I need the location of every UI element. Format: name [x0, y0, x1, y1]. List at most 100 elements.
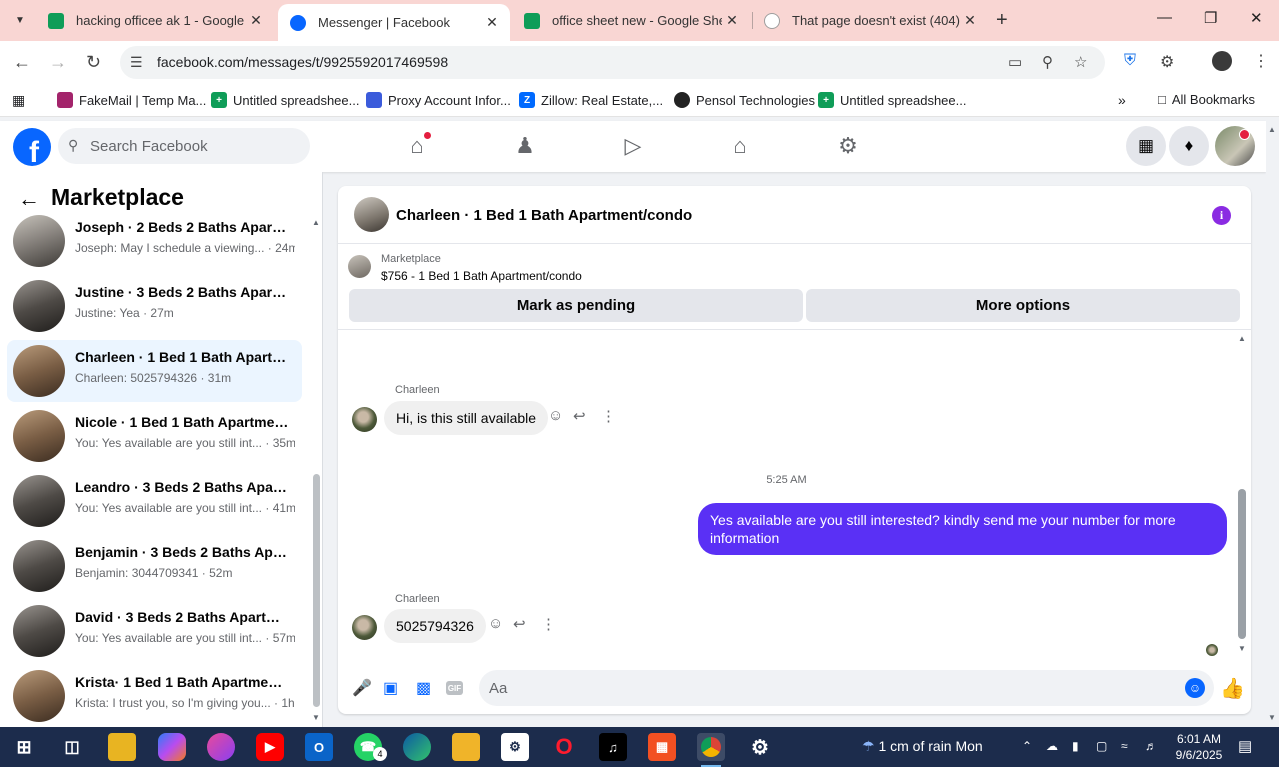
bookmark-proxy-account[interactable]: Proxy Account Infor...: [366, 92, 511, 108]
settings-gear-icon[interactable]: ⚙: [746, 733, 774, 761]
app-icon[interactable]: ⚙: [501, 733, 529, 761]
react-emoji-icon[interactable]: ☺: [488, 615, 503, 632]
volume-icon[interactable]: ♬: [1145, 739, 1157, 753]
sidebar-scrollbar[interactable]: [312, 212, 320, 722]
restore-icon[interactable]: ❐: [1204, 9, 1217, 27]
extension-shield-icon[interactable]: ⛨: [1124, 52, 1136, 70]
forward-arrow-icon[interactable]: →: [49, 52, 67, 73]
message-input-wrapper[interactable]: ☺: [479, 670, 1214, 706]
extensions-puzzle-icon[interactable]: ⚙: [1160, 52, 1174, 72]
message-input[interactable]: [489, 670, 1169, 706]
info-icon[interactable]: i: [1212, 206, 1231, 225]
edge-icon[interactable]: [403, 733, 431, 761]
conversation-item[interactable]: David · 3 Beds 2 Baths Apartment/condo Y…: [7, 600, 302, 662]
react-emoji-icon[interactable]: ☺: [548, 407, 563, 424]
sender-avatar[interactable]: [352, 615, 377, 640]
chrome-icon[interactable]: [697, 733, 725, 767]
app-medal-icon[interactable]: [452, 733, 480, 761]
bookmark-spreadsheet-2[interactable]: + Untitled spreadshee...: [818, 92, 966, 108]
wifi-icon[interactable]: ≈: [1121, 739, 1128, 753]
emoji-icon[interactable]: ☺: [1185, 678, 1205, 698]
thread-scrollbar[interactable]: ▲ ▼: [1237, 334, 1247, 656]
url-text[interactable]: facebook.com/messages/t/9925592017469598: [157, 54, 448, 70]
tray-chevron-icon[interactable]: ⌃: [1022, 739, 1032, 753]
reply-icon[interactable]: ↩: [573, 407, 586, 425]
close-tab-icon[interactable]: ✕: [960, 12, 980, 29]
listing-avatar[interactable]: [354, 197, 389, 232]
opera-icon[interactable]: O: [550, 733, 578, 761]
gaming-icon[interactable]: ⚙: [833, 131, 863, 161]
scroll-up-arrow-icon[interactable]: ▲: [1238, 334, 1246, 343]
conversation-item[interactable]: Leandro · 3 Beds 2 Baths Apartment/condo…: [7, 470, 302, 532]
bookmark-zillow[interactable]: Z Zillow: Real Estate,...: [519, 92, 663, 108]
more-actions-icon[interactable]: ⋮: [541, 615, 556, 633]
site-info-icon[interactable]: ☰: [130, 54, 143, 71]
microsoft-store-icon[interactable]: ▦: [648, 733, 676, 761]
conversation-item[interactable]: Justine · 3 Beds 2 Baths Apartment/condo…: [7, 275, 302, 337]
bookmark-fakemail[interactable]: FakeMail | Temp Ma...: [57, 92, 206, 108]
tiktok-icon[interactable]: ♫: [599, 733, 627, 761]
scroll-up-arrow-icon[interactable]: ▲: [1268, 125, 1276, 134]
conversation-item-selected[interactable]: Charleen · 1 Bed 1 Bath Apartment/condo …: [7, 340, 302, 402]
install-app-icon[interactable]: ▭: [1008, 53, 1022, 71]
copilot-icon[interactable]: [158, 733, 186, 761]
reply-icon[interactable]: ↩: [513, 615, 526, 633]
listing-price[interactable]: $756 - 1 Bed 1 Bath Apartment/condo: [381, 269, 582, 283]
onedrive-cloud-icon[interactable]: ☁: [1046, 739, 1058, 753]
conversation-item[interactable]: Joseph · 2 Beds 2 Baths Apartment/condo …: [7, 210, 302, 272]
all-bookmarks[interactable]: □ All Bookmarks: [1158, 92, 1255, 107]
conversation-title[interactable]: Charleen · 1 Bed 1 Bath Apartment/condo: [396, 207, 692, 224]
more-actions-icon[interactable]: ⋮: [601, 407, 616, 425]
sender-avatar[interactable]: [352, 407, 377, 432]
photo-icon[interactable]: ▣: [383, 678, 398, 698]
facebook-logo[interactable]: f: [13, 128, 51, 166]
browser-tab-sheets-2[interactable]: office sheet new - Google Sheets ✕: [512, 0, 750, 41]
incoming-message[interactable]: 5025794326: [384, 609, 486, 643]
battery-icon[interactable]: ▮: [1072, 739, 1079, 753]
close-tab-icon[interactable]: ✕: [722, 12, 742, 29]
menu-grid-icon[interactable]: ▦: [1126, 126, 1166, 166]
facebook-search[interactable]: ⚲: [58, 128, 310, 164]
reload-icon[interactable]: ↻: [86, 52, 101, 73]
scroll-down-arrow-icon[interactable]: ▼: [1268, 713, 1276, 722]
windows-start-icon[interactable]: ⊞: [10, 733, 38, 761]
thumbs-up-icon[interactable]: 👍: [1220, 676, 1245, 701]
browser-tab-messenger[interactable]: Messenger | Facebook ✕: [278, 4, 510, 41]
close-tab-icon[interactable]: ✕: [246, 12, 266, 29]
system-clock[interactable]: 6:01 AM 9/6/2025: [1171, 731, 1227, 763]
bookmark-pensol[interactable]: Pensol Technologies: [674, 92, 815, 108]
zoom-icon[interactable]: ⚲: [1042, 53, 1053, 71]
scrollbar-thumb[interactable]: [313, 474, 320, 707]
sticker-icon[interactable]: ▩: [416, 678, 431, 698]
browser-menu-icon[interactable]: ⋮: [1253, 51, 1269, 71]
conversation-item[interactable]: Nicole · 1 Bed 1 Bath Apartment/condo Yo…: [7, 405, 302, 467]
device-icon[interactable]: ▢: [1096, 739, 1107, 753]
outgoing-message[interactable]: Yes available are you still interested? …: [698, 503, 1227, 555]
task-view-icon[interactable]: ◫: [58, 733, 86, 761]
file-explorer-icon[interactable]: [108, 733, 136, 761]
weather-widget[interactable]: ☂ 1 cm of rain Mon: [862, 738, 983, 755]
profile-avatar[interactable]: [1212, 51, 1232, 71]
scroll-down-arrow-icon[interactable]: ▼: [312, 713, 320, 722]
video-icon[interactable]: ▷: [618, 131, 648, 161]
scrollbar-thumb[interactable]: [1238, 489, 1246, 639]
apps-grid-icon[interactable]: ▦: [12, 92, 25, 109]
page-scrollbar[interactable]: ▲ ▼: [1266, 121, 1279, 727]
back-arrow-icon[interactable]: ←: [13, 52, 31, 73]
notifications-center-icon[interactable]: ▤: [1238, 737, 1252, 755]
marketplace-icon[interactable]: ⌂: [725, 131, 755, 161]
more-bookmarks-chevron-icon[interactable]: »: [1118, 92, 1126, 108]
microphone-icon[interactable]: 🎤: [352, 678, 372, 698]
new-tab-plus-icon[interactable]: +: [996, 9, 1008, 32]
incoming-message[interactable]: Hi, is this still available: [384, 401, 549, 435]
window-close-icon[interactable]: ✕: [1250, 9, 1263, 27]
tab-search-chevron-icon[interactable]: ▼: [8, 8, 32, 32]
address-bar[interactable]: ☰ facebook.com/messages/t/99255920174695…: [120, 46, 1105, 79]
bookmark-star-icon[interactable]: ☆: [1074, 53, 1087, 71]
minimize-icon[interactable]: —: [1157, 9, 1172, 26]
conversation-item[interactable]: Benjamin · 3 Beds 2 Baths Apartment/cond…: [7, 535, 302, 597]
browser-tab-sheets-1[interactable]: hacking officee ak 1 - Google Sh ✕: [36, 0, 274, 41]
conversation-item[interactable]: Krista· 1 Bed 1 Bath Apartment/condo Kri…: [7, 665, 302, 727]
back-arrow-icon[interactable]: ←: [18, 186, 40, 212]
outlook-icon[interactable]: O: [305, 733, 333, 761]
